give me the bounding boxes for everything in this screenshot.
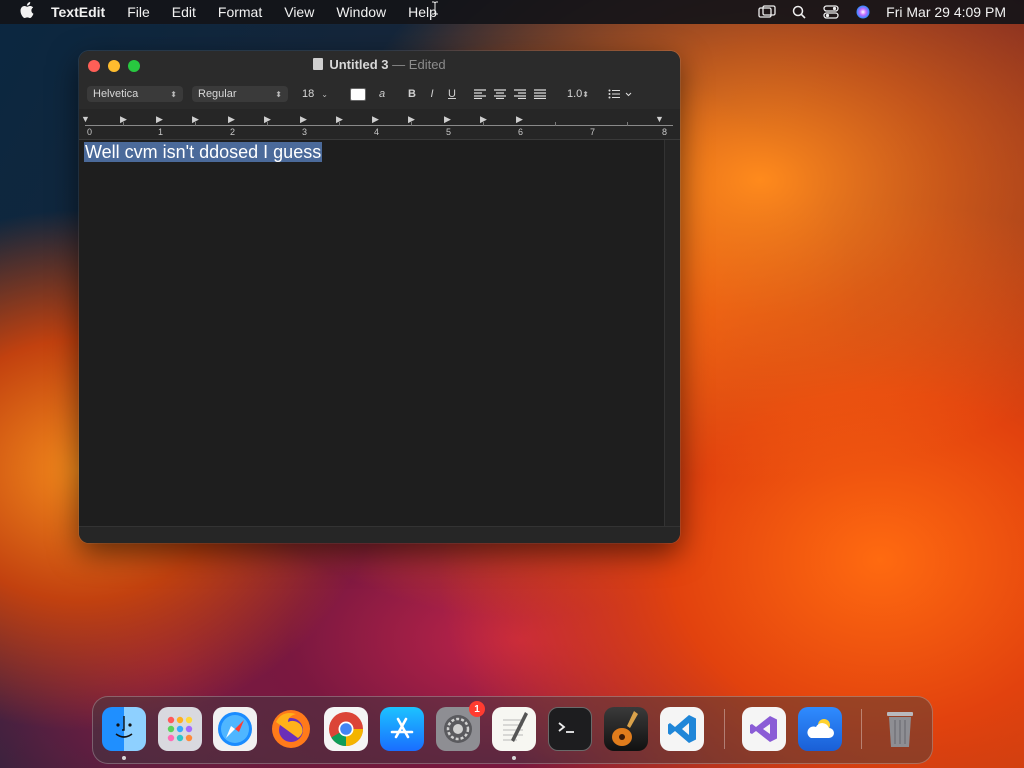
running-indicator — [122, 756, 126, 760]
firefox-icon[interactable] — [269, 707, 313, 751]
window-titlebar[interactable]: Untitled 3 — Edited Helvetica ⬍ Regular … — [79, 51, 680, 109]
font-family-popup[interactable]: Helvetica ⬍ — [87, 86, 183, 102]
textedit-icon[interactable] — [492, 707, 536, 751]
running-indicator — [512, 756, 516, 760]
color-swatch — [350, 87, 366, 101]
tab-stop-icon[interactable]: ▶ — [156, 114, 163, 125]
ruler-number: 7 — [590, 127, 596, 137]
terminal-icon[interactable] — [548, 707, 592, 751]
finder-icon[interactable] — [102, 707, 146, 751]
tab-stop-icon[interactable]: ▶ — [372, 114, 379, 125]
control-center-icon[interactable] — [822, 5, 840, 19]
vertical-scrollbar[interactable] — [664, 140, 680, 527]
window-bottom-bar — [79, 526, 680, 543]
menu-edit[interactable]: Edit — [161, 4, 207, 20]
document-text-area[interactable]: Well cvm isn't ddosed I guess — [79, 140, 665, 527]
ruler-number: 0 — [87, 127, 93, 137]
menu-file[interactable]: File — [116, 4, 161, 20]
align-center-icon[interactable] — [491, 86, 509, 102]
menu-window[interactable]: Window — [325, 4, 397, 20]
font-family-value: Helvetica — [93, 88, 139, 100]
ruler-tick — [483, 122, 484, 126]
ruler-tick — [555, 122, 556, 126]
garageband-icon[interactable] — [604, 707, 648, 751]
tab-stop-icon[interactable]: ▶ — [300, 114, 307, 125]
system-settings-icon[interactable]: 1 — [436, 701, 485, 751]
menu-bar: TextEdit File Edit Format View Window He… — [0, 0, 1024, 24]
align-justify-icon[interactable] — [531, 86, 549, 102]
dock-separator — [861, 709, 862, 749]
line-spacing-value: 1.0 — [567, 88, 583, 100]
menu-bar-clock[interactable]: Fri Mar 29 4:09 PM — [886, 4, 1006, 20]
ruler-number: 5 — [446, 127, 452, 137]
ruler-number: 4 — [374, 127, 380, 137]
ruler-tick — [627, 122, 628, 126]
ruler-number: 3 — [302, 127, 308, 137]
app-store-icon[interactable] — [380, 707, 424, 751]
ruler-baseline — [85, 125, 673, 126]
screen-mirroring-icon[interactable] — [758, 5, 776, 19]
safari-icon[interactable] — [213, 707, 257, 751]
line-spacing-popup[interactable]: 1.0 ⬍ — [561, 86, 595, 102]
font-size-value: 18 — [302, 88, 315, 100]
apple-menu-icon[interactable] — [14, 2, 40, 22]
highlight-color-icon[interactable]: a — [373, 86, 391, 102]
tab-stop-icon[interactable]: ▶ — [516, 114, 523, 125]
align-left-icon[interactable] — [471, 86, 489, 102]
menu-format[interactable]: Format — [207, 4, 273, 20]
launchpad-icon[interactable] — [158, 707, 202, 751]
ruler-number: 2 — [230, 127, 236, 137]
ruler[interactable]: ▼ ▶ ▶ ▶ ▶ ▶ ▶ ▶ ▶ ▶ ▶ ▶ ▶ ▼ 0 1 2 3 4 5 … — [79, 109, 680, 140]
menu-help[interactable]: Help — [397, 4, 448, 20]
dock: 1 — [92, 696, 933, 764]
ruler-number: 6 — [518, 127, 524, 137]
indent-marker-icon[interactable]: ▼ — [81, 114, 90, 124]
ruler-tick — [411, 122, 412, 126]
vscode-icon[interactable] — [660, 707, 704, 751]
align-right-icon[interactable] — [511, 86, 529, 102]
format-toolbar: Helvetica ⬍ Regular ⬍ 18 ⌄ a B I U 1.0 ⬍ — [79, 84, 680, 104]
siri-icon[interactable] — [854, 5, 872, 19]
document-icon — [313, 58, 324, 70]
list-bullets-icon[interactable] — [607, 86, 635, 102]
notification-badge: 1 — [469, 701, 485, 717]
title-separator: — — [392, 57, 406, 72]
ibeam-cursor-icon — [431, 1, 439, 15]
chrome-icon[interactable] — [324, 707, 368, 751]
font-size-combo[interactable]: 18 ⌄ — [296, 86, 334, 102]
font-style-value: Regular — [198, 88, 237, 100]
chevron-updown-icon: ⬍ — [582, 89, 589, 99]
textedit-window: Untitled 3 — Edited Helvetica ⬍ Regular … — [79, 51, 680, 543]
dock-separator — [724, 709, 725, 749]
menu-bar-status-area: Fri Mar 29 4:09 PM — [758, 0, 1006, 24]
document-text[interactable]: Well cvm isn't ddosed I guess — [84, 142, 323, 163]
trash-icon[interactable] — [878, 707, 922, 751]
ruler-tick — [123, 122, 124, 126]
tab-stop-icon[interactable]: ▶ — [444, 114, 451, 125]
ruler-number: 1 — [158, 127, 164, 137]
spotlight-search-icon[interactable] — [790, 5, 808, 19]
right-margin-marker-icon[interactable]: ▼ — [655, 114, 664, 124]
document-name: Untitled 3 — [329, 57, 389, 72]
ruler-number: 8 — [662, 127, 668, 137]
underline-button[interactable]: U — [443, 86, 461, 102]
menu-app-name[interactable]: TextEdit — [40, 4, 116, 20]
weather-icon[interactable] — [798, 707, 842, 751]
window-title: Untitled 3 — Edited — [79, 57, 680, 72]
font-style-popup[interactable]: Regular ⬍ — [192, 86, 288, 102]
menu-view[interactable]: View — [273, 4, 325, 20]
bold-button[interactable]: B — [403, 86, 421, 102]
italic-button[interactable]: I — [423, 86, 441, 102]
ruler-tick — [267, 122, 268, 126]
visual-studio-icon[interactable] — [742, 707, 786, 751]
chevron-down-icon: ⌄ — [321, 89, 328, 99]
ruler-tick — [195, 122, 196, 126]
tab-stop-icon[interactable]: ▶ — [228, 114, 235, 125]
ruler-tick — [339, 122, 340, 126]
chevron-updown-icon: ⬍ — [170, 89, 177, 99]
text-color-well[interactable] — [349, 86, 367, 102]
edited-status: Edited — [408, 57, 446, 72]
chevron-updown-icon: ⬍ — [275, 89, 282, 99]
selected-text[interactable]: Well cvm isn't ddosed I guess — [84, 142, 323, 162]
